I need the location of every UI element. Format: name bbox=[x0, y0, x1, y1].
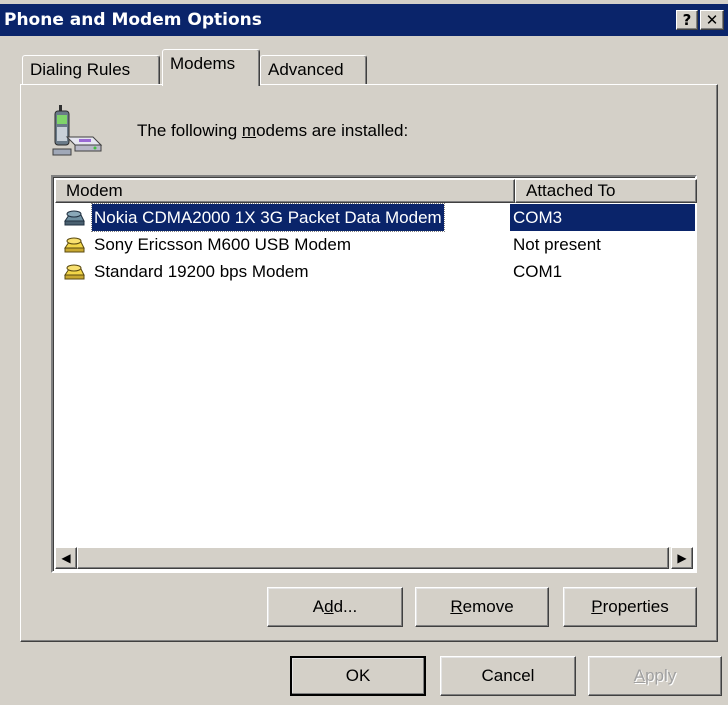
close-button[interactable]: ✕ bbox=[700, 10, 724, 30]
modem-port: Not present bbox=[513, 235, 601, 254]
properties-button[interactable]: Properties bbox=[563, 587, 697, 627]
scroll-left-button[interactable]: ◀ bbox=[55, 547, 77, 569]
title-bar[interactable]: Phone and Modem Options ? ✕ bbox=[0, 4, 728, 36]
apply-button: Apply bbox=[588, 656, 722, 696]
list-header: Modem Attached To bbox=[55, 179, 697, 203]
phone-modem-options-dialog: Phone and Modem Options ? ✕ Dialing Rule… bbox=[0, 0, 728, 705]
horizontal-scrollbar[interactable]: ◀ ▶ bbox=[55, 547, 693, 569]
ok-button[interactable]: OK bbox=[290, 656, 426, 696]
tab-dialing-rules[interactable]: Dialing Rules bbox=[22, 55, 160, 84]
modem-port: COM1 bbox=[513, 262, 563, 281]
modem-list[interactable]: Modem Attached To Nokia CDMA2000 1X 3G P… bbox=[51, 175, 697, 573]
phone-modem-icon bbox=[52, 105, 103, 156]
cancel-button[interactable]: Cancel bbox=[440, 656, 576, 696]
column-header-attached-to[interactable]: Attached To bbox=[515, 179, 697, 203]
modem-icon bbox=[64, 210, 85, 226]
modem-name: Sony Ericsson M600 USB Modem bbox=[94, 235, 351, 254]
list-item[interactable]: Sony Ericsson M600 USB Modem Not present bbox=[55, 231, 693, 258]
tab-modems[interactable]: Modems bbox=[162, 49, 260, 86]
modem-icon bbox=[64, 264, 85, 280]
help-button[interactable]: ? bbox=[676, 10, 698, 30]
list-item[interactable]: Nokia CDMA2000 1X 3G Packet Data Modem C… bbox=[55, 203, 695, 232]
installed-modems-label: The following modems are installed: bbox=[137, 121, 409, 140]
modem-icon bbox=[64, 237, 85, 253]
modems-tab-panel: The following modems are installed: Mode… bbox=[20, 84, 718, 642]
scroll-right-button[interactable]: ▶ bbox=[671, 547, 693, 569]
modem-name: Nokia CDMA2000 1X 3G Packet Data Modem bbox=[91, 203, 445, 232]
modem-port: COM3 bbox=[513, 208, 563, 227]
tab-advanced[interactable]: Advanced bbox=[260, 55, 367, 84]
window-title: Phone and Modem Options bbox=[4, 10, 262, 30]
modem-rows: Nokia CDMA2000 1X 3G Packet Data Modem C… bbox=[55, 203, 695, 285]
column-header-modem[interactable]: Modem bbox=[55, 179, 515, 203]
scroll-thumb[interactable] bbox=[77, 547, 669, 569]
modem-name: Standard 19200 bps Modem bbox=[94, 262, 309, 281]
add-button[interactable]: Add... bbox=[267, 587, 403, 627]
list-item[interactable]: Standard 19200 bps Modem COM1 bbox=[55, 258, 693, 285]
remove-button[interactable]: Remove bbox=[415, 587, 549, 627]
